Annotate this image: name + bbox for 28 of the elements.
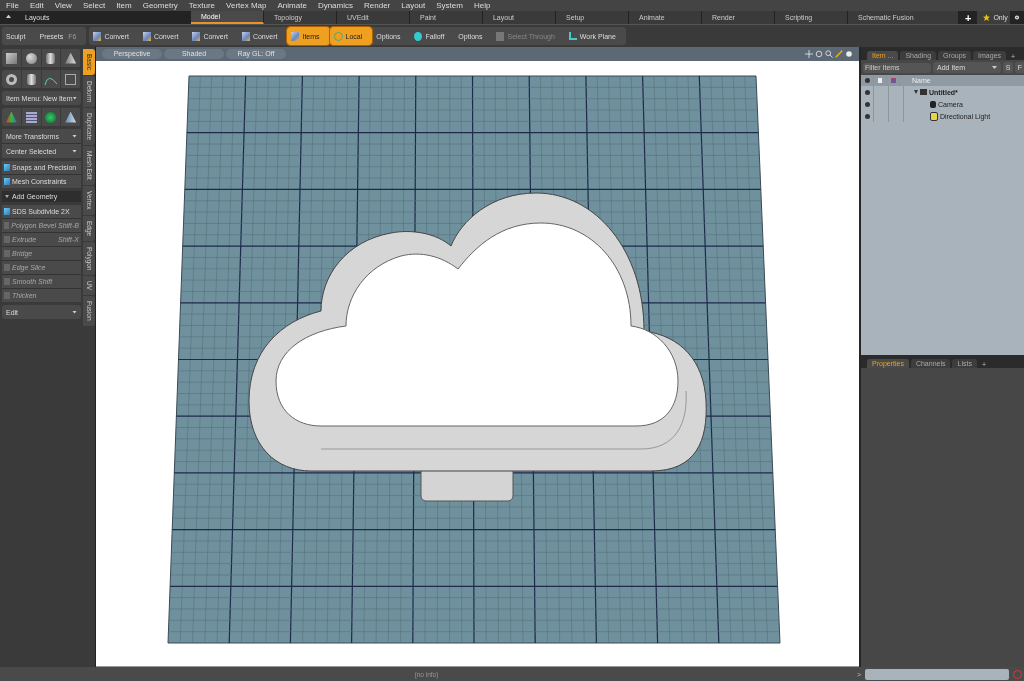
menu-item[interactable]: Geometry xyxy=(142,0,178,11)
menu-item[interactable]: Layout xyxy=(401,0,426,11)
menu-item[interactable]: Animate xyxy=(277,0,307,11)
eye-icon xyxy=(864,78,870,83)
curve-icon[interactable] xyxy=(41,70,62,88)
menu-item[interactable]: Texture xyxy=(188,0,216,11)
menu-item[interactable]: Item xyxy=(116,0,132,11)
menu-item[interactable]: Dynamics xyxy=(317,0,353,11)
maximize-icon[interactable] xyxy=(835,50,843,58)
menu-item[interactable]: System xyxy=(436,0,463,11)
search-icon[interactable] xyxy=(825,50,833,58)
rotate-icon[interactable] xyxy=(815,50,823,58)
menu-item[interactable]: Help xyxy=(473,0,491,11)
axes-icon xyxy=(890,78,896,83)
menu-item[interactable]: File xyxy=(6,0,19,11)
menu-item[interactable]: Select xyxy=(82,0,106,11)
lock-icon xyxy=(878,78,882,83)
light-icon xyxy=(930,111,938,121)
move-icon[interactable] xyxy=(805,50,813,58)
menu-item[interactable]: Edit xyxy=(29,0,44,11)
scene-icon xyxy=(920,89,927,95)
add-tab-button[interactable]: + xyxy=(958,11,978,24)
star-icon xyxy=(983,14,991,21)
camera-icon xyxy=(930,100,936,108)
command-field[interactable] xyxy=(865,668,1009,680)
menu-item[interactable]: Vertex Map xyxy=(226,0,267,11)
menu-item[interactable]: View xyxy=(54,0,72,11)
menu-item[interactable]: Render xyxy=(364,0,391,11)
